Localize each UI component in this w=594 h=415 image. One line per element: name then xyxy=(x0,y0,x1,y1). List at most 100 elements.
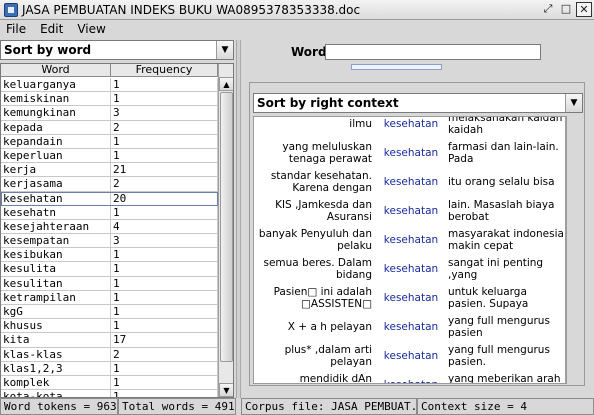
kwic-line[interactable]: yang meluluskan tenaga perawat kesehatan f… xyxy=(254,138,566,167)
right-context: yang meberikan arah dan xyxy=(448,372,561,384)
scrollbar-thumb[interactable] xyxy=(220,92,233,362)
frequency-cell: 1 xyxy=(111,205,218,219)
chevron-down-icon[interactable]: ▼ xyxy=(565,94,582,112)
frequency-cell: 1 xyxy=(111,78,218,92)
menu-bar: File Edit View xyxy=(0,20,594,38)
kwic-line[interactable]: semua beres. Dalam bidang kesehatan sangat… xyxy=(254,254,566,283)
title-bar: JASA PEMBUATAN INDEKS BUKU WA08953783533… xyxy=(0,0,594,20)
word-cell: kota-kota xyxy=(1,390,111,397)
table-row[interactable]: kepada 2 xyxy=(1,120,218,135)
right-context: farmasi dan lain-lain. Pada xyxy=(448,140,559,165)
table-row[interactable]: kesulitan 1 xyxy=(1,276,218,291)
word-cell: kerja xyxy=(1,163,111,177)
menu-edit[interactable]: Edit xyxy=(40,22,63,36)
word-cell: kesempatan xyxy=(1,234,111,248)
table-row[interactable]: kerja 21 xyxy=(1,163,218,178)
right-context: masyarakat indonesia makin cepat xyxy=(448,227,564,252)
scroll-down-icon[interactable]: ▼ xyxy=(566,371,567,384)
table-row[interactable]: kota-kota 1 xyxy=(1,390,218,397)
kwic-line[interactable]: ilmu kesehatan melaksanakan kaidah kaidah xyxy=(254,116,566,138)
kwic-line[interactable]: banyak Penyuluh dan pelaku kesehatan masya… xyxy=(254,225,566,254)
table-row[interactable]: kesehatan 20 xyxy=(1,191,218,206)
word-cell: ketrampilan xyxy=(1,290,111,304)
keyword: kesehatan xyxy=(383,320,439,333)
table-row[interactable]: kesejahteraan 4 xyxy=(1,219,218,235)
left-context: semua beres. Dalam bidang xyxy=(263,256,372,281)
frequency-cell: 2 xyxy=(111,177,218,191)
kwic-line[interactable]: Pasien□ ini adalah □ASSISTEN□ kesehatan un… xyxy=(254,283,566,312)
sort-by-context-select[interactable]: Sort by right context ▼ xyxy=(253,93,583,113)
table-row[interactable]: kesehatn 1 xyxy=(1,205,218,220)
right-context: yang full mengurus pasien xyxy=(448,314,550,339)
right-context: melaksanakan kaidah kaidah xyxy=(448,116,563,136)
table-row[interactable]: kemiskinan 1 xyxy=(1,92,218,107)
word-cell: kita xyxy=(1,333,111,347)
kwic-line[interactable]: X + a h pelayan kesehatan yang full mengur… xyxy=(254,312,566,341)
word-cell: komplek xyxy=(1,375,111,390)
context-size-status: Context size = 4 xyxy=(417,398,594,415)
table-header: Word Frequency xyxy=(1,64,218,77)
table-row[interactable]: keperluan 1 xyxy=(1,148,218,164)
kwic-scrollbar[interactable]: ▲ ▼ xyxy=(565,117,567,384)
table-row[interactable]: kita 17 xyxy=(1,333,218,348)
word-cell: klas-klas xyxy=(1,347,111,361)
minimize-icon[interactable]: ⤢ xyxy=(540,2,556,17)
frequency-cell: 20 xyxy=(111,191,218,205)
table-row[interactable]: klas-klas 2 xyxy=(1,347,218,362)
table-row[interactable]: kesempatan 3 xyxy=(1,234,218,249)
scroll-up-icon[interactable]: ▲ xyxy=(219,77,233,91)
word-cell: kemungkinan xyxy=(1,106,111,120)
frequency-cell: 1 xyxy=(111,290,218,304)
column-header-word[interactable]: Word xyxy=(1,64,111,76)
left-context: X + a h pelayan xyxy=(287,320,372,333)
frequency-cell: 3 xyxy=(111,234,218,248)
word-cell: kesejahteraan xyxy=(1,219,111,234)
total-words-status: Total words = 4917 xyxy=(118,398,236,415)
kwic-list[interactable]: mendidik dAn melatih. Dinaskesehatanyang… xyxy=(253,116,567,384)
scroll-down-icon[interactable]: ▼ xyxy=(219,383,233,397)
table-row[interactable]: kgG 1 xyxy=(1,305,218,320)
column-header-frequency[interactable]: Frequency xyxy=(111,64,218,76)
word-frequency-table[interactable]: Word Frequency keluarganya 1 kemiskinan 1 ke… xyxy=(0,63,234,398)
word-cell: kepada xyxy=(1,120,111,134)
table-row[interactable]: kemungkinan 3 xyxy=(1,106,218,121)
table-row[interactable]: keluarganya 1 xyxy=(1,78,218,93)
corpus-file-status: Corpus file: JASA PEMBUAT... xyxy=(241,398,417,415)
table-row[interactable]: klas1,2,3 1 xyxy=(1,361,218,376)
sort-by-word-select[interactable]: Sort by word ▼ xyxy=(0,40,234,60)
table-row[interactable]: khusus 1 xyxy=(1,319,218,334)
table-row[interactable]: ketrampilan 1 xyxy=(1,290,218,305)
menu-view[interactable]: View xyxy=(77,22,105,36)
document-app-icon xyxy=(4,2,18,17)
kwic-line[interactable]: KIS ,Jamkesda dan Asuransi kesehatan lain.… xyxy=(254,196,566,225)
kwic-line[interactable]: standar kesehatan. Karena dengan kesehata… xyxy=(254,167,566,196)
word-table-scrollbar[interactable]: ▲ ▼ xyxy=(218,64,233,397)
frequency-cell: 2 xyxy=(111,347,218,361)
frequency-cell: 4 xyxy=(111,219,218,234)
keyword: kesehatan xyxy=(383,146,439,159)
table-row[interactable]: kesulita 1 xyxy=(1,262,218,277)
maximize-icon[interactable]: □ xyxy=(558,2,574,17)
left-context: Pasien□ ini adalah □ASSISTEN□ xyxy=(273,285,372,310)
frequency-cell: 1 xyxy=(111,248,218,262)
chevron-down-icon[interactable]: ▼ xyxy=(216,41,233,59)
kwic-line[interactable]: plus* ,dalam arti pelayan kesehatan yang f… xyxy=(254,341,566,370)
close-icon[interactable]: ✕ xyxy=(576,2,592,17)
kwic-line[interactable]: mendidik dAn melatih. Dinaskesehatanyang… xyxy=(254,370,566,384)
frequency-cell: 1 xyxy=(111,305,218,319)
table-row[interactable]: kepandain 1 xyxy=(1,134,218,149)
table-row[interactable]: komplek 1 xyxy=(1,375,218,391)
frequency-cell: 1 xyxy=(111,148,218,163)
word-cell: kesulitan xyxy=(1,276,111,290)
table-row[interactable]: kesibukan 1 xyxy=(1,248,218,263)
word-list-pane: Sort by word ▼ Word Frequency keluargany… xyxy=(0,40,236,398)
table-row[interactable]: kerjasama 2 xyxy=(1,177,218,192)
window-controls: ⤢ □ ✕ xyxy=(540,2,592,17)
scroll-up-icon[interactable]: ▲ xyxy=(566,117,567,131)
word-cell: kesulita xyxy=(1,262,111,276)
frequency-cell: 2 xyxy=(111,120,218,134)
menu-file[interactable]: File xyxy=(6,22,26,36)
word-input[interactable] xyxy=(325,44,541,60)
right-context: sangat ini penting ,yang xyxy=(448,256,544,281)
keyword: kesehatan xyxy=(383,175,439,188)
